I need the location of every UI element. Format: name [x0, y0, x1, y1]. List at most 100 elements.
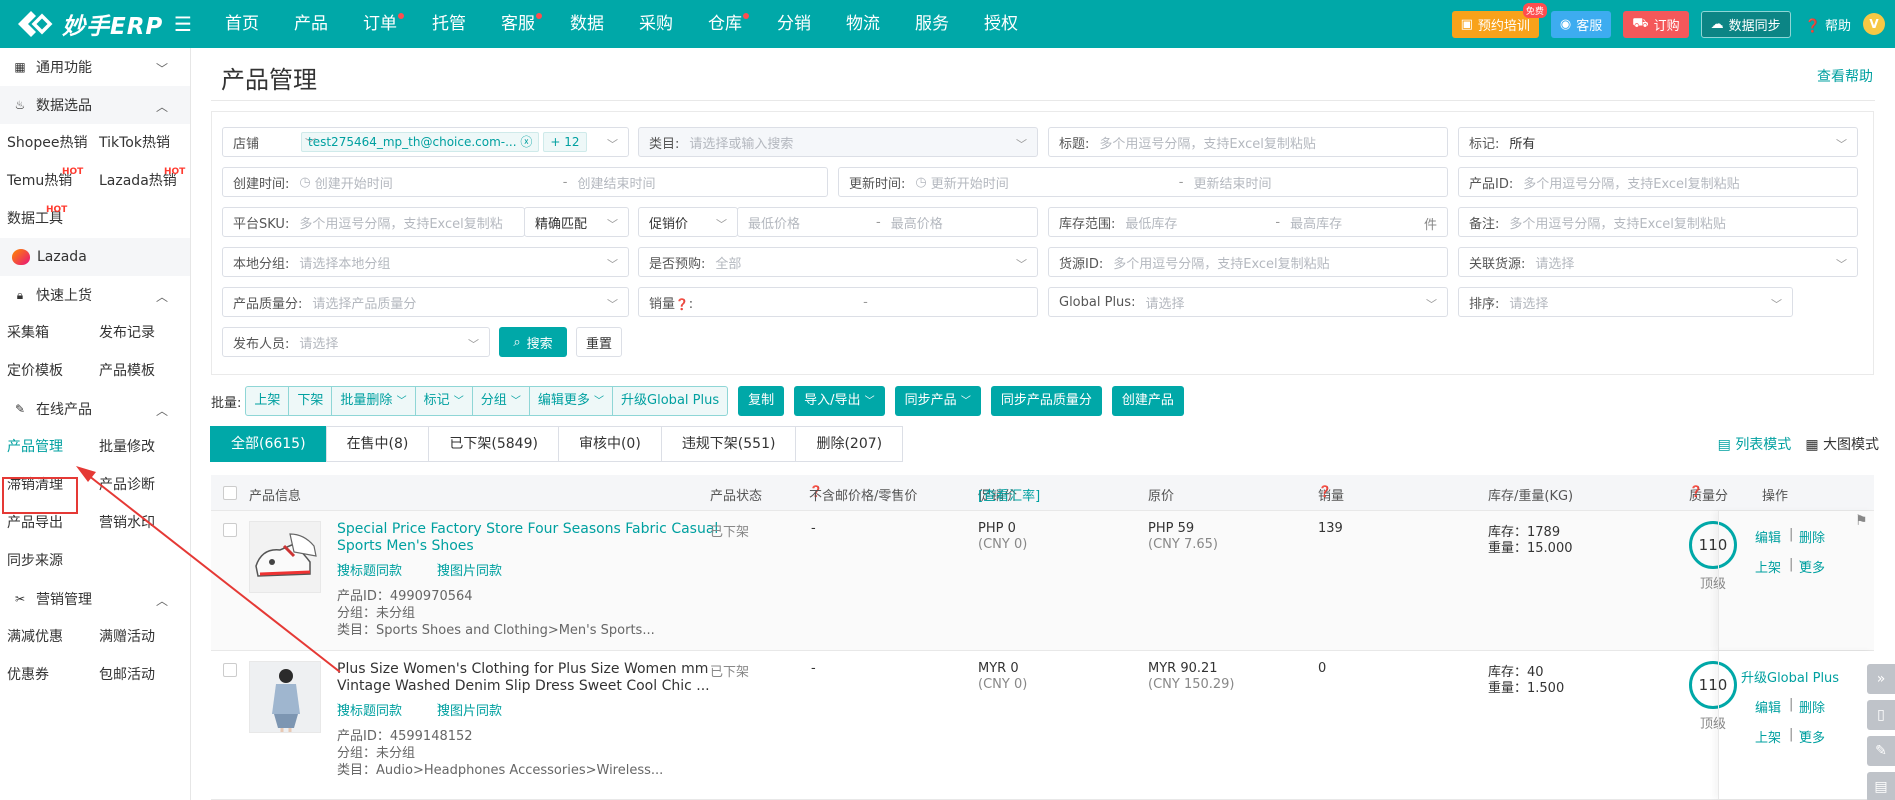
category-select[interactable]: 类目: 请选择或输入搜索 ﹀ [638, 127, 1038, 157]
batch-upgrade-global-button[interactable]: 升级Global Plus [613, 387, 727, 415]
sidebar-item-gift-activity[interactable]: 满赠活动 [92, 618, 184, 656]
product-name-line2[interactable]: Vintage Washed Denim Slip Dress Sweet Co… [337, 678, 710, 695]
reset-button[interactable]: 重置 [576, 327, 622, 357]
sidebar-group-online-products[interactable]: ✎ 在线产品 ︿ [0, 390, 190, 428]
edit-button[interactable]: 编辑 [1755, 697, 1781, 716]
sort-select[interactable]: 排序: 请选择 ﹀ [1458, 287, 1793, 317]
sku-input[interactable]: 平台SKU: 多个用逗号分隔，支持Excel复制粘 [222, 207, 525, 237]
nav-purchase[interactable]: 采购 [622, 0, 691, 48]
tab-delisted[interactable]: 已下架(5849) [428, 426, 559, 462]
delete-button[interactable]: 删除 [1799, 697, 1825, 716]
title-input[interactable]: 标题: 多个用逗号分隔，支持Excel复制粘贴 [1048, 127, 1448, 157]
sales-range[interactable]: 销量❓: - [638, 287, 1038, 317]
view-help-link[interactable]: 查看帮助 [1817, 66, 1873, 86]
nav-product[interactable]: 产品 [277, 0, 346, 48]
row-checkbox[interactable] [223, 523, 237, 537]
batch-group-button[interactable]: 分组 ﹀ [473, 387, 530, 415]
tab-deleted[interactable]: 删除(207) [795, 426, 904, 462]
menu-toggle-icon[interactable]: ☰ [168, 12, 198, 36]
delete-button[interactable]: 删除 [1799, 527, 1825, 546]
nav-logistics[interactable]: 物流 [829, 0, 898, 48]
nav-data[interactable]: 数据 [553, 0, 622, 48]
presale-select[interactable]: 是否预购: 全部 ﹀ [638, 247, 1038, 277]
select-all-checkbox[interactable] [223, 486, 237, 500]
upgrade-global-plus-button[interactable]: 升级Global Plus [1741, 667, 1839, 686]
sidebar-item-full-reduction[interactable]: 满减优惠 [0, 618, 92, 656]
sidebar-item-shopee-hot[interactable]: Shopee热销 [0, 124, 92, 162]
list-button[interactable]: 上架 [1755, 727, 1781, 746]
sidebar-item-product-template[interactable]: 产品模板 [92, 352, 184, 390]
global-plus-select[interactable]: Global Plus: 请选择 ﹀ [1048, 287, 1448, 317]
product-name-line1[interactable]: Plus Size Women's Clothing for Plus Size… [337, 661, 708, 678]
update-time-range[interactable]: 更新时间: ◷ 更新开始时间 - 更新结束时间 [838, 167, 1448, 197]
batch-edit-more-button[interactable]: 编辑更多 ﹀ [530, 387, 614, 415]
sidebar-item-lazada[interactable]: Lazada [0, 238, 190, 276]
store-tag[interactable]: test275464_mp_th@choice.com-... ⓧ [301, 132, 540, 152]
sidebar-item-free-shipping[interactable]: 包邮活动 [92, 656, 184, 694]
batch-delist-button[interactable]: 下架 [289, 387, 333, 415]
product-thumbnail[interactable] [249, 521, 321, 593]
tab-all[interactable]: 全部(6615) [210, 426, 327, 462]
sidebar-item-coupon[interactable]: 优惠券 [0, 656, 92, 694]
sidebar-item-publish-record[interactable]: 发布记录 [92, 314, 184, 352]
notes-icon[interactable]: ▤ [1867, 772, 1895, 800]
product-id-input[interactable]: 产品ID: 多个用逗号分隔，支持Excel复制粘贴 [1458, 167, 1858, 197]
quality-score-select[interactable]: 产品质量分: 请选择产品质量分 ﹀ [222, 287, 629, 317]
nav-distribution[interactable]: 分销 [760, 0, 829, 48]
row-checkbox[interactable] [223, 663, 237, 677]
collapse-icon[interactable]: » [1867, 664, 1895, 694]
mark-select[interactable]: 标记: 所有 ﹀ [1458, 127, 1858, 157]
sidebar-item-pricing-template[interactable]: 定价模板 [0, 352, 92, 390]
view-exchange-rate-link[interactable]: [查看汇率] [978, 485, 1040, 504]
sidebar-item-product-diagnosis[interactable]: 产品诊断 [92, 466, 184, 504]
training-button[interactable]: ▣ 预约培训 免费 [1451, 2, 1547, 38]
order-button[interactable]: ⛟ 订购 [1623, 10, 1689, 38]
sync-quality-button[interactable]: 同步产品质量分 [990, 386, 1102, 416]
mobile-icon[interactable]: ▯ [1867, 700, 1895, 730]
product-thumbnail[interactable] [249, 661, 321, 733]
logo[interactable]: 妙手ERP [0, 7, 168, 41]
sidebar-group-general[interactable]: ▦ 通用功能 ﹀ [0, 48, 190, 86]
sidebar-group-quick-upload[interactable]: 🔒︎ 快速上货 ︿ [0, 276, 190, 314]
search-button[interactable]: ⌕ 搜索 [499, 327, 567, 357]
help-button[interactable]: ❓ 帮助 [1805, 15, 1851, 34]
promo-type-select[interactable]: 促销价 ﹀ [638, 207, 738, 237]
publisher-select[interactable]: 发布人员: 请选择 ﹀ [222, 327, 490, 357]
sidebar-group-data-select[interactable]: ♨ 数据选品 ︿ [0, 86, 190, 124]
product-name-line1[interactable]: Special Price Factory Store Four Seasons… [337, 521, 718, 538]
sidebar-item-sync-source[interactable]: 同步来源 [0, 542, 92, 580]
sidebar-group-marketing[interactable]: ✂ 营销管理 ︿ [0, 580, 190, 618]
sidebar-item-lazada-hot[interactable]: Lazada热销 HOT [92, 162, 185, 200]
batch-delete-button[interactable]: 批量删除 ﹀ [332, 387, 416, 415]
sync-products-button[interactable]: 同步产品 ﹀ [894, 386, 981, 416]
sku-match-select[interactable]: 精确匹配 ﹀ [524, 207, 629, 237]
product-name-line2[interactable]: Sports Men's Shoes [337, 538, 474, 555]
tab-violation[interactable]: 违规下架(551) [660, 426, 797, 462]
link-source-select[interactable]: 关联货源: 请选择 ﹀ [1458, 247, 1858, 277]
feedback-icon[interactable]: ✎ [1867, 736, 1895, 766]
nav-authorize[interactable]: 授权 [967, 0, 1036, 48]
sidebar-item-temu-hot[interactable]: Temu热销 HOT [0, 162, 92, 200]
big-image-mode-button[interactable]: ▦ 大图模式 [1805, 434, 1879, 454]
close-icon[interactable]: ⓧ [520, 135, 532, 149]
sidebar-item-batch-edit[interactable]: 批量修改 [92, 428, 184, 466]
promo-price-range[interactable]: 最低价格 - 最高价格 [737, 207, 1038, 237]
batch-mark-button[interactable]: 标记 ﹀ [416, 387, 473, 415]
store-more-tag[interactable]: + 12 [543, 132, 587, 152]
flag-icon[interactable]: ⚑ [1855, 513, 1868, 529]
sidebar-item-collect-box[interactable]: 采集箱 [0, 314, 92, 352]
note-input[interactable]: 备注: 多个用逗号分隔，支持Excel复制粘贴 [1458, 207, 1858, 237]
tab-reviewing[interactable]: 审核中(0) [557, 426, 662, 462]
create-product-button[interactable]: 创建产品 [1111, 386, 1184, 416]
import-export-button[interactable]: 导入/导出 ﹀ [794, 386, 885, 416]
source-id-input[interactable]: 货源ID: 多个用逗号分隔，支持Excel复制粘贴 [1048, 247, 1448, 277]
stock-range[interactable]: 库存范围: 最低库存 - 最高库存件 [1048, 207, 1448, 237]
nav-warehouse[interactable]: 仓库 [691, 0, 760, 48]
list-mode-button[interactable]: ▤ 列表模式 [1718, 434, 1792, 454]
sidebar-item-data-tools[interactable]: 数据工具 HOT [0, 200, 92, 238]
sidebar-item-product-management[interactable]: 产品管理 [0, 428, 92, 466]
create-time-range[interactable]: 创建时间: ◷ 创建开始时间 - 创建结束时间 [222, 167, 828, 197]
local-group-select[interactable]: 本地分组: 请选择本地分组 ﹀ [222, 247, 629, 277]
store-select[interactable]: 店铺 ﹀ test275464_mp_th@choice.com-... ⓧ +… [222, 127, 629, 157]
batch-list-button[interactable]: 上架 [246, 387, 290, 415]
